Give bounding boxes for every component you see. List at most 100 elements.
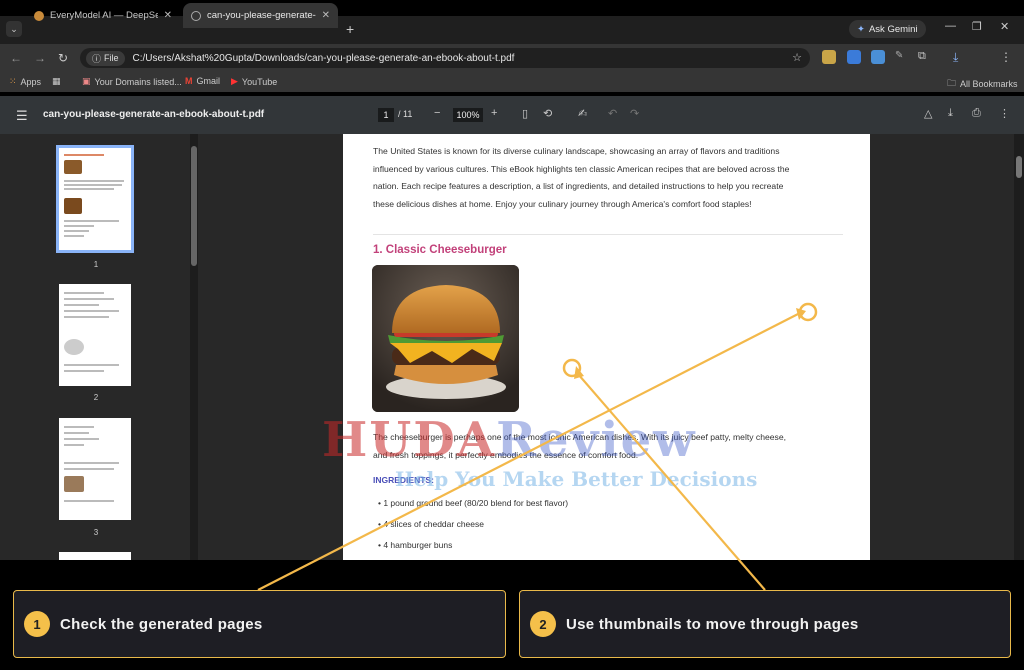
bookmark-youtube[interactable]: ▶ YouTube	[231, 76, 277, 87]
everymodel-icon	[34, 10, 44, 21]
gemini-label: Ask Gemini	[868, 23, 918, 35]
thumbnail-label: 1	[93, 260, 99, 269]
youtube-icon: ▶	[231, 76, 238, 86]
bookmark-label: Gmail	[196, 76, 221, 86]
thumbnail-page-1[interactable]	[56, 145, 134, 253]
viewer-scroll-thumb[interactable]	[1016, 156, 1022, 178]
thumbnail-label: 2	[93, 393, 99, 402]
callout-1: 1 Check the generated pages	[13, 590, 506, 658]
intro-line: nation. Each recipe features a descripti…	[373, 181, 784, 191]
folder-icon: 🗀	[947, 78, 957, 88]
thumbnail-page-3[interactable]	[59, 418, 131, 520]
gmail-icon: M	[185, 76, 193, 86]
print-icon[interactable]: ⎙	[972, 107, 981, 120]
sidebar-scrollbar[interactable]	[190, 134, 198, 560]
back-button[interactable]: ←	[10, 51, 22, 65]
ingredient-item: 4 hamburger buns	[378, 540, 452, 550]
redo-icon[interactable]: ↷	[630, 107, 639, 120]
undo-icon[interactable]: ↶	[608, 107, 617, 120]
download-icon[interactable]: ⤓	[953, 50, 967, 64]
page-number-input[interactable]: 1	[378, 108, 394, 122]
maximize-button[interactable]: ❐	[972, 20, 982, 33]
bookmark-label: Your Domains listed...	[94, 76, 182, 87]
cheeseburger-image	[372, 265, 519, 412]
bookmark-apps[interactable]: ⁙ Apps	[9, 76, 41, 87]
page-total: / 11	[398, 109, 413, 119]
pdf-page: The United States is known for its diver…	[343, 134, 870, 560]
tab-title: EveryModel AI — DeepSeek V4	[50, 10, 158, 21]
thumbnail-label: 3	[93, 528, 99, 537]
address-bar[interactable]: ⓘ File C:/Users/Akshat%20Gupta/Downloads…	[80, 48, 810, 68]
site-info-chip[interactable]: ⓘ File	[86, 50, 125, 66]
extension-icon[interactable]	[822, 50, 836, 64]
drive-save-icon[interactable]: △	[924, 107, 932, 120]
bookmark-grid[interactable]: ▦	[52, 76, 61, 87]
watermark-part: Review	[496, 412, 697, 468]
apps-grid-icon: ⁙	[9, 76, 17, 86]
globe-icon	[191, 10, 201, 21]
callout-number: 1	[24, 611, 50, 637]
pdf-download-icon[interactable]: ⤓	[948, 107, 953, 120]
window-close-button[interactable]: ✕	[1000, 20, 1009, 33]
zoom-out-button[interactable]: −	[434, 107, 440, 119]
watermark-logo: HUDAReview	[322, 412, 697, 468]
zoom-level-input[interactable]: 100%	[453, 108, 483, 122]
rotate-icon[interactable]: ⟲	[543, 107, 552, 120]
all-bookmarks[interactable]: 🗀 All Bookmarks	[947, 76, 1018, 92]
close-icon[interactable]: ✕	[164, 10, 172, 21]
annotate-icon[interactable]: ✍	[578, 107, 587, 120]
reload-button[interactable]: ↻	[58, 51, 68, 65]
ingredient-item: 1 pound ground beef (80/20 blend for bes…	[378, 498, 568, 508]
bookmark-label: Apps	[20, 76, 42, 87]
intro-line: these delicious dishes at home. Enjoy yo…	[373, 198, 752, 209]
thumbnail-sidebar: 1 2 3	[0, 134, 200, 560]
ask-gemini-button[interactable]: ✦ Ask Gemini	[849, 20, 926, 38]
bookmarks-bar: ⁙ Apps ▦ ▣ Your Domains listed... M Gmai…	[0, 72, 1024, 92]
watermark-tagline: Help You Make Better Decisions	[395, 467, 758, 491]
callout-2: 2 Use thumbnails to move through pages	[519, 590, 1011, 658]
fit-page-icon[interactable]: ▯	[522, 107, 528, 120]
file-chip-label: File	[104, 53, 119, 63]
url-text[interactable]: C:/Users/Akshat%20Gupta/Downloads/can-yo…	[133, 53, 515, 64]
callout-number: 2	[530, 611, 556, 637]
pdf-filename: can-you-please-generate-an-ebook-about-t…	[43, 109, 265, 120]
extensions-puzzle-icon[interactable]: ⧉	[918, 50, 932, 64]
bookmark-label: All Bookmarks	[960, 79, 1018, 89]
intro-line: influenced by various cultures. This eBo…	[373, 163, 790, 174]
pen-extension-icon[interactable]: ✎	[895, 50, 909, 64]
site-icon: ▣	[82, 76, 91, 86]
pdf-more-icon[interactable]: ⋮	[999, 107, 1010, 120]
sidebar-scroll-thumb[interactable]	[191, 146, 197, 266]
ingredient-item: 4 slices of cheddar cheese	[378, 519, 484, 529]
watermark-part: HUDA	[322, 412, 497, 468]
browser-menu-icon[interactable]: ⋮	[1000, 50, 1014, 64]
sidebar-menu-icon[interactable]: ☰	[16, 108, 28, 124]
info-icon: ⓘ	[92, 53, 102, 64]
gemini-icon: ✦	[857, 23, 865, 35]
tab-search-button[interactable]: ⌄	[6, 21, 22, 37]
tab-pdf[interactable]: can-you-please-generate-an-e ✕	[183, 3, 338, 28]
bookmark-label: YouTube	[241, 76, 278, 87]
intro-line: The United States is known for its diver…	[373, 146, 780, 156]
new-tab-button[interactable]: +	[346, 21, 354, 37]
extension-icon[interactable]	[871, 50, 885, 64]
viewer-scrollbar[interactable]	[1014, 134, 1024, 560]
callout-text: Use thumbnails to move through pages	[566, 615, 859, 633]
grid-icon: ▦	[52, 76, 61, 86]
recipe-heading: 1. Classic Cheeseburger	[373, 244, 507, 256]
bookmark-domains[interactable]: ▣ Your Domains listed...	[82, 76, 182, 87]
tab-everymodel[interactable]: EveryModel AI — DeepSeek V4 ✕	[26, 3, 180, 28]
minimize-button[interactable]: —	[945, 20, 956, 32]
thumbnail-page-4[interactable]	[59, 552, 131, 560]
zoom-in-button[interactable]: +	[491, 107, 497, 119]
forward-button[interactable]: →	[34, 51, 46, 65]
divider	[373, 234, 843, 235]
bookmark-gmail[interactable]: M Gmail	[185, 76, 220, 86]
tab-title: can-you-please-generate-an-e	[207, 10, 316, 21]
bookmark-star-icon[interactable]: ☆	[792, 51, 802, 64]
close-icon[interactable]: ✕	[322, 10, 330, 21]
extension-icon[interactable]	[847, 50, 861, 64]
thumbnail-page-2[interactable]	[59, 284, 131, 386]
callout-text: Check the generated pages	[60, 615, 263, 633]
pdf-toolbar: ☰ can-you-please-generate-an-ebook-about…	[0, 96, 1024, 134]
